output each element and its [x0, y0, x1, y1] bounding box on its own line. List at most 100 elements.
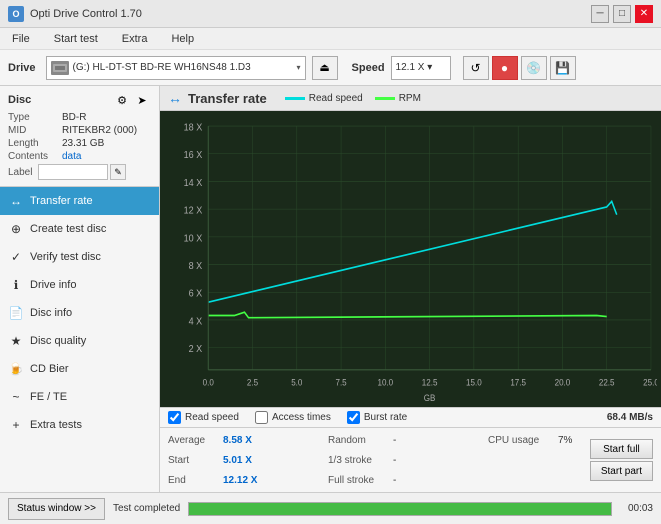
disc-section-label: Disc	[8, 94, 31, 106]
nav-create-test-disc[interactable]: ⊕ Create test disc	[0, 215, 159, 243]
stat-end-value: 12.12 X	[223, 475, 268, 486]
app-icon: O	[8, 6, 24, 22]
verify-test-disc-icon: ✓	[8, 249, 24, 265]
svg-text:2 X: 2 X	[189, 344, 203, 356]
disc-label-key: Label	[8, 167, 38, 178]
title-controls: ─ □ ✕	[591, 5, 653, 23]
svg-text:10 X: 10 X	[184, 233, 203, 245]
save-button[interactable]: 💾	[550, 56, 576, 80]
maximize-button[interactable]: □	[613, 5, 631, 23]
stat-end: End 12.12 X	[168, 470, 328, 490]
menu-start-test[interactable]: Start test	[48, 31, 104, 47]
drive-label: Drive	[8, 62, 36, 74]
burst-rate-checkbox[interactable]	[347, 411, 360, 424]
progress-bar-track	[188, 502, 612, 516]
read-speed-checkbox[interactable]	[168, 411, 181, 424]
svg-text:15.0: 15.0	[466, 377, 482, 387]
stat-average-value: 8.58 X	[223, 435, 268, 446]
disc-length-val: 23.31 GB	[62, 138, 104, 149]
refresh-button[interactable]: ↺	[463, 56, 489, 80]
disc-length-key: Length	[8, 138, 62, 149]
eject-button[interactable]: ⏏	[312, 56, 338, 80]
stat-cpu-value: 7%	[558, 435, 572, 446]
disc-image-button[interactable]: ●	[492, 56, 518, 80]
stat-start-label: Start	[168, 455, 223, 466]
start-part-button[interactable]: Start part	[590, 461, 653, 481]
disc-label-edit-button[interactable]: ✎	[110, 164, 126, 180]
stat-average: Average 8.58 X	[168, 430, 328, 450]
fe-te-icon: ~	[8, 389, 24, 405]
nav-disc-quality-label: Disc quality	[30, 335, 86, 347]
svg-text:18 X: 18 X	[184, 122, 203, 134]
speed-selector[interactable]: 12.1 X ▾	[391, 56, 451, 80]
nav-disc-quality[interactable]: ★ Disc quality	[0, 327, 159, 355]
status-text: Test completed	[113, 503, 180, 514]
title-bar: O Opti Drive Control 1.70 ─ □ ✕	[0, 0, 661, 28]
drive-selector[interactable]: (G:) HL-DT-ST BD-RE WH16NS48 1.D3 ▾	[46, 56, 306, 80]
burst-rate-value: 68.4 MB/s	[607, 412, 653, 423]
stat-start-value: 5.01 X	[223, 455, 268, 466]
nav-verify-test-disc[interactable]: ✓ Verify test disc	[0, 243, 159, 271]
menu-extra[interactable]: Extra	[116, 31, 154, 47]
stat-end-label: End	[168, 475, 223, 486]
nav-create-test-disc-label: Create test disc	[30, 223, 106, 235]
svg-text:20.0: 20.0	[555, 377, 571, 387]
read-speed-legend-label: Read speed	[309, 93, 363, 104]
disc-type-button[interactable]: 💿	[521, 56, 547, 80]
disc-length-row: Length 23.31 GB	[8, 138, 151, 149]
rpm-legend-color	[375, 97, 395, 100]
svg-text:0.0: 0.0	[203, 377, 214, 387]
read-speed-checkbox-item: Read speed	[168, 411, 239, 424]
disc-panel: Disc ⚙ ➤ Type BD-R MID RITEKBR2 (000) Le…	[0, 86, 159, 187]
speed-label: Speed	[352, 62, 385, 74]
disc-type-val: BD-R	[62, 112, 86, 123]
stats-buttons: Start full Start part	[590, 430, 653, 490]
access-times-checkbox[interactable]	[255, 411, 268, 424]
menu-help[interactable]: Help	[165, 31, 200, 47]
stat-1-3-stroke: 1/3 stroke -	[328, 450, 488, 470]
read-speed-legend-color	[285, 97, 305, 100]
chart-legend: Read speed RPM	[285, 93, 421, 104]
status-window-button[interactable]: Status window >>	[8, 498, 105, 520]
nav-extra-tests[interactable]: + Extra tests	[0, 411, 159, 439]
menu-file[interactable]: File	[6, 31, 36, 47]
nav-fe-te-label: FE / TE	[30, 391, 67, 403]
disc-contents-val: data	[62, 151, 81, 162]
stat-random-label: Random	[328, 435, 393, 446]
disc-icon-2[interactable]: ➤	[133, 92, 151, 108]
close-button[interactable]: ✕	[635, 5, 653, 23]
stat-1-3-stroke-label: 1/3 stroke	[328, 455, 393, 466]
drive-selector-text: (G:) HL-DT-ST BD-RE WH16NS48 1.D3	[73, 62, 293, 73]
svg-text:2.5: 2.5	[247, 377, 258, 387]
nav-drive-info-label: Drive info	[30, 279, 76, 291]
status-bar: Status window >> Test completed 00:03	[0, 492, 661, 524]
svg-text:10.0: 10.0	[378, 377, 394, 387]
stat-full-stroke-value: -	[393, 475, 396, 486]
disc-icon-1[interactable]: ⚙	[113, 92, 131, 108]
chart-area: 18 X 16 X 14 X 12 X 10 X 8 X 6 X 4 X 2 X…	[160, 111, 661, 407]
disc-info-icon: 📄	[8, 305, 24, 321]
nav-transfer-rate[interactable]: ↔ Transfer rate	[0, 187, 159, 215]
disc-mid-val: RITEKBR2 (000)	[62, 125, 137, 136]
stat-start: Start 5.01 X	[168, 450, 328, 470]
stat-cpu-usage: CPU usage 7%	[488, 430, 590, 450]
transfer-rate-icon: ↔	[8, 193, 24, 209]
rpm-legend-label: RPM	[399, 93, 421, 104]
svg-text:12.5: 12.5	[422, 377, 438, 387]
svg-text:25.0: 25.0	[643, 377, 657, 387]
nav-cd-bier[interactable]: 🍺 CD Bier	[0, 355, 159, 383]
svg-text:6 X: 6 X	[189, 288, 203, 300]
drive-selector-icon	[51, 61, 69, 75]
minimize-button[interactable]: ─	[591, 5, 609, 23]
sidebar: Disc ⚙ ➤ Type BD-R MID RITEKBR2 (000) Le…	[0, 86, 160, 492]
disc-label-input[interactable]	[38, 164, 108, 180]
disc-type-key: Type	[8, 112, 62, 123]
nav-drive-info[interactable]: ℹ Drive info	[0, 271, 159, 299]
nav-disc-info[interactable]: 📄 Disc info	[0, 299, 159, 327]
nav-disc-info-label: Disc info	[30, 307, 72, 319]
drive-dropdown-icon: ▾	[297, 63, 301, 72]
cd-bier-icon: 🍺	[8, 361, 24, 377]
start-full-button[interactable]: Start full	[590, 439, 653, 459]
nav-fe-te[interactable]: ~ FE / TE	[0, 383, 159, 411]
chart-header: ↔ Transfer rate Read speed RPM	[160, 86, 661, 111]
